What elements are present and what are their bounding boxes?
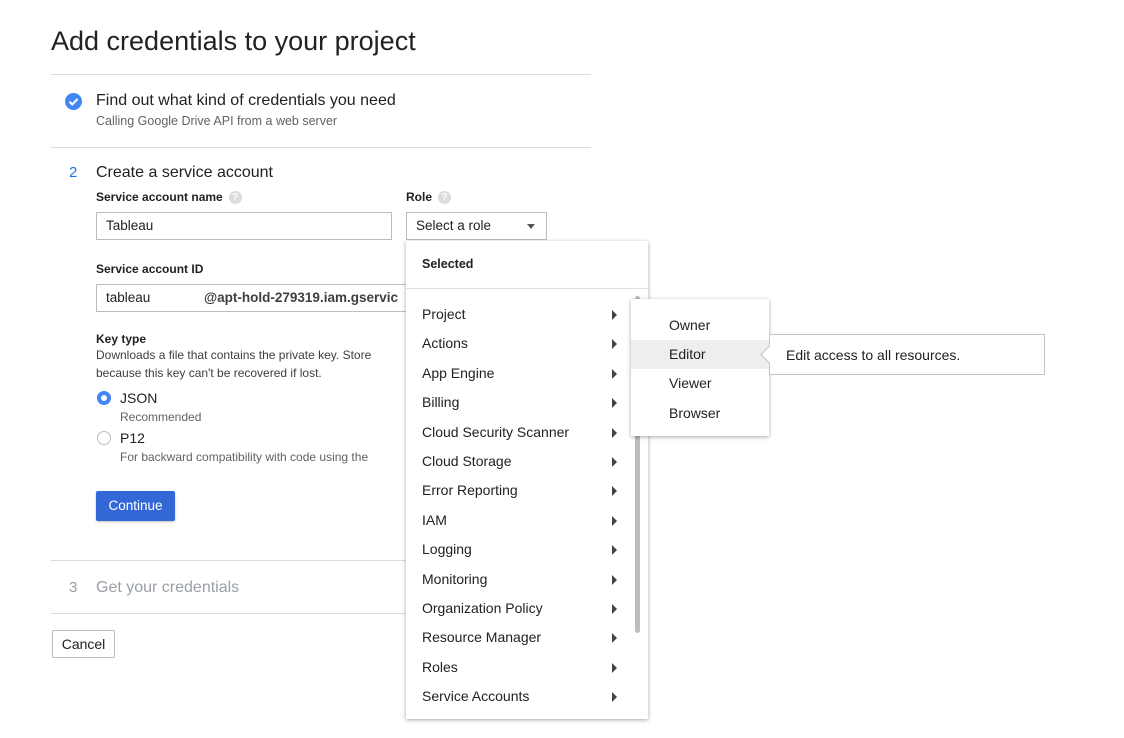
- menu-item-app-engine[interactable]: App Engine: [422, 365, 494, 381]
- role-label: Role?: [406, 190, 452, 205]
- menu-item-iam[interactable]: IAM: [422, 512, 447, 528]
- json-sublabel: Recommended: [120, 410, 202, 424]
- p12-sublabel: For backward compatibility with code usi…: [120, 450, 369, 464]
- p12-radio[interactable]: [97, 431, 111, 445]
- menu-item-project[interactable]: Project: [422, 306, 466, 322]
- dropdown-arrow-icon: [527, 224, 535, 229]
- menu-item-cloud-storage[interactable]: Cloud Storage: [422, 453, 512, 469]
- step1-subtitle: Calling Google Drive API from a web serv…: [96, 114, 338, 128]
- menu-item-actions[interactable]: Actions: [422, 335, 468, 351]
- key-type-description: Downloads a file that contains the priva…: [96, 348, 372, 362]
- project-submenu: Owner Editor Viewer Browser: [631, 299, 769, 436]
- json-label: JSON: [120, 390, 158, 406]
- step3-title: Get your credentials: [96, 579, 240, 596]
- page-title: Add credentials to your project: [51, 26, 416, 56]
- menu-item-billing[interactable]: Billing: [422, 394, 459, 410]
- continue-button[interactable]: Continue: [96, 491, 175, 521]
- menu-item-service-accounts[interactable]: Service Accounts: [422, 688, 529, 704]
- chevron-right-icon: [612, 339, 617, 349]
- submenu-item-owner[interactable]: Owner: [669, 317, 710, 333]
- divider: [51, 147, 591, 148]
- service-account-id-label: Service account ID: [96, 262, 204, 276]
- chevron-right-icon: [612, 692, 617, 702]
- chevron-right-icon: [612, 310, 617, 320]
- service-account-domain: @apt-hold-279319.iam.gservic: [204, 290, 398, 305]
- submenu-item-browser[interactable]: Browser: [669, 405, 720, 421]
- chevron-right-icon: [612, 575, 617, 585]
- role-dropdown-menu: Selected Project Actions App Engine Bill…: [406, 241, 648, 719]
- step2-title: Create a service account: [96, 164, 273, 181]
- chevron-right-icon: [612, 486, 617, 496]
- help-icon[interactable]: ?: [438, 191, 452, 205]
- chevron-right-icon: [612, 633, 617, 643]
- chevron-right-icon: [612, 398, 617, 408]
- chevron-right-icon: [612, 369, 617, 379]
- service-account-name-input[interactable]: Tableau: [96, 212, 392, 240]
- menu-item-cloud-security-scanner[interactable]: Cloud Security Scanner: [422, 424, 569, 440]
- chevron-right-icon: [612, 545, 617, 555]
- menu-item-monitoring[interactable]: Monitoring: [422, 571, 487, 587]
- json-radio[interactable]: [97, 391, 111, 405]
- chevron-right-icon: [612, 457, 617, 467]
- menu-item-roles[interactable]: Roles: [422, 659, 458, 675]
- key-type-description: because this key can't be recovered if l…: [96, 366, 322, 380]
- key-type-label: Key type: [96, 332, 147, 346]
- chevron-right-icon: [612, 604, 617, 614]
- p12-label: P12: [120, 430, 145, 446]
- divider: [51, 613, 406, 614]
- divider: [51, 560, 406, 561]
- role-select[interactable]: Select a role: [406, 212, 547, 240]
- menu-selected-header: Selected: [422, 257, 474, 271]
- service-account-name-label: Service account name?: [96, 190, 242, 205]
- submenu-item-editor[interactable]: Editor: [669, 346, 706, 362]
- help-icon[interactable]: ?: [228, 191, 242, 205]
- chevron-right-icon: [612, 663, 617, 673]
- menu-item-organization-policy[interactable]: Organization Policy: [422, 600, 543, 616]
- menu-item-error-reporting[interactable]: Error Reporting: [422, 482, 518, 498]
- chevron-right-icon: [612, 516, 617, 526]
- service-account-id-input[interactable]: tableau @apt-hold-279319.iam.gservic: [96, 284, 408, 312]
- menu-item-resource-manager[interactable]: Resource Manager: [422, 629, 541, 645]
- step3-number: 3: [69, 579, 78, 596]
- role-select-value: Select a role: [416, 218, 492, 233]
- submenu-item-viewer[interactable]: Viewer: [669, 375, 712, 391]
- role-description-tooltip: Edit access to all resources.: [760, 334, 1045, 375]
- service-account-id-value: tableau: [106, 290, 151, 305]
- divider: [406, 288, 648, 289]
- step2-number: 2: [69, 164, 78, 181]
- menu-item-logging[interactable]: Logging: [422, 541, 472, 557]
- tooltip-text: Edit access to all resources.: [786, 347, 961, 363]
- cancel-button[interactable]: Cancel: [52, 630, 115, 658]
- check-circle-icon: [65, 93, 82, 110]
- divider: [51, 74, 591, 75]
- step1-title: Find out what kind of credentials you ne…: [96, 92, 396, 109]
- chevron-right-icon: [612, 428, 617, 438]
